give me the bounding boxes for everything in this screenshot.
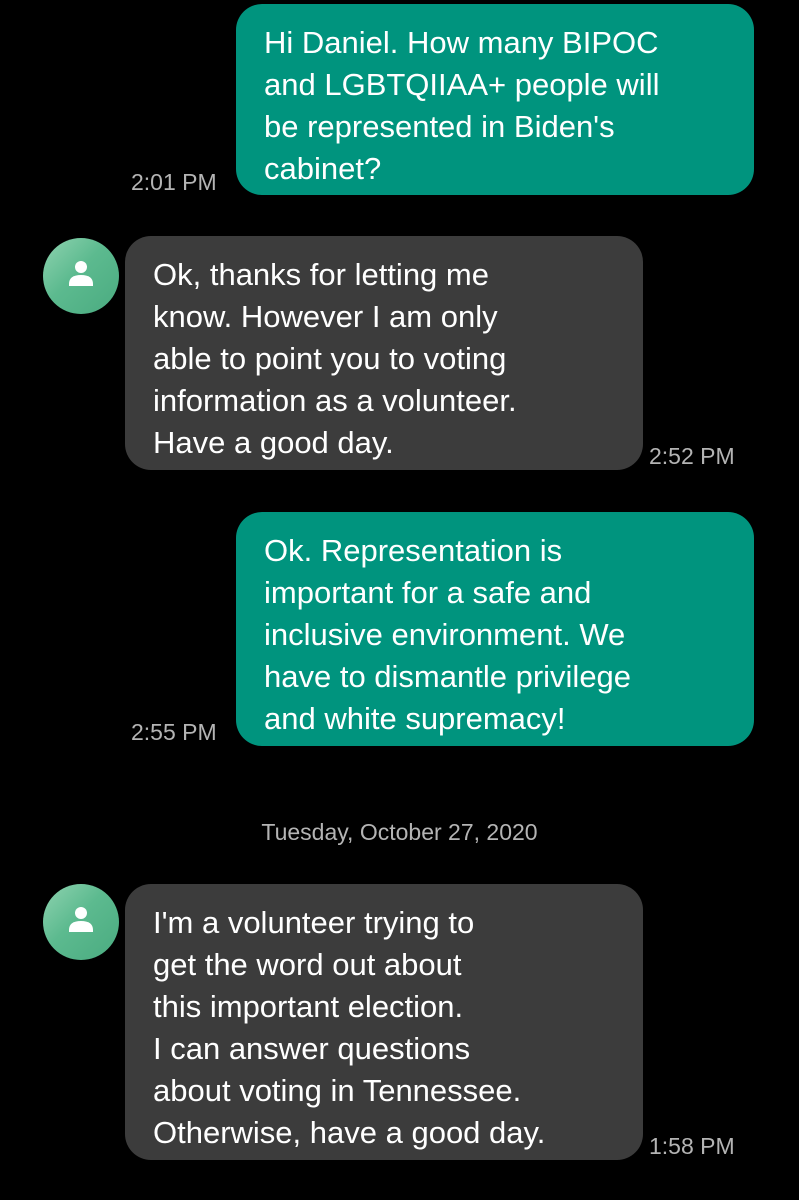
message-timestamp: 1:58 PM bbox=[649, 1133, 735, 1159]
message-timestamp: 2:52 PM bbox=[649, 443, 735, 469]
message-bubble-incoming[interactable]: I'm a volunteer trying to get the word o… bbox=[125, 884, 643, 1160]
contact-person-icon bbox=[69, 261, 93, 286]
date-separator: Tuesday, October 27, 2020 bbox=[261, 819, 538, 845]
message-timestamp: 2:01 PM bbox=[131, 169, 217, 195]
message-timestamp: 2:55 PM bbox=[131, 719, 217, 745]
contact-avatar[interactable] bbox=[43, 238, 119, 314]
contact-person-icon bbox=[69, 907, 93, 932]
message-bubble-outgoing[interactable]: Hi Daniel. How many BIPOC and LGBTQIIAA+… bbox=[236, 4, 754, 195]
message-bubble-outgoing[interactable]: Ok. Representation is important for a sa… bbox=[236, 512, 754, 746]
contact-avatar[interactable] bbox=[43, 884, 119, 960]
message-bubble-incoming[interactable]: Ok, thanks for letting me know. However … bbox=[125, 236, 643, 470]
